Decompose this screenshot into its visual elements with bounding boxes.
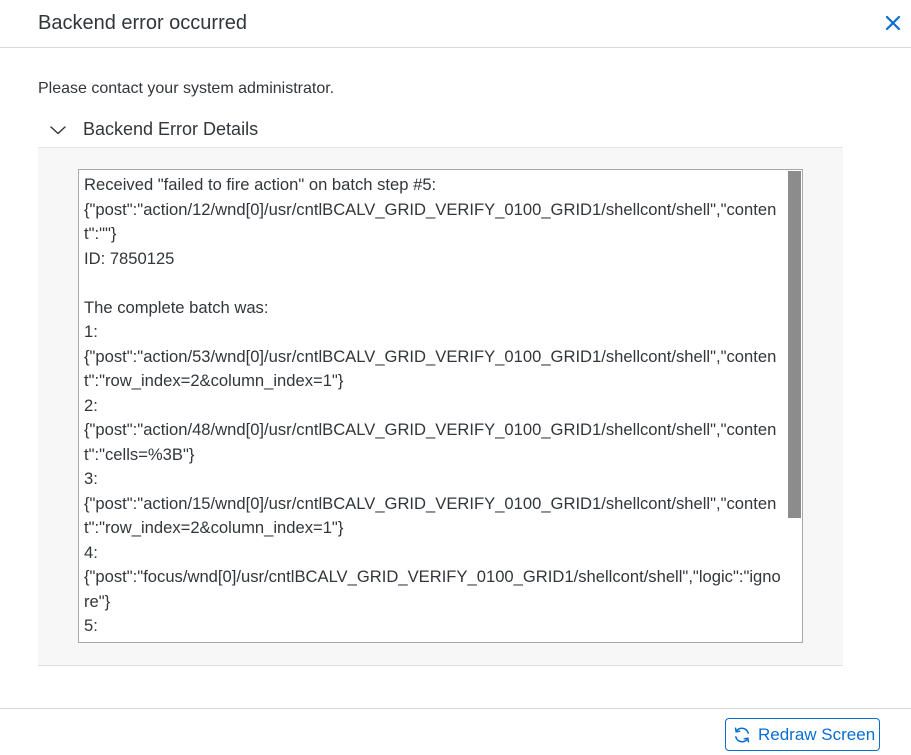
error-dialog: Backend error occurred Please contact yo…	[0, 0, 911, 755]
vertical-scrollbar[interactable]	[786, 170, 802, 642]
details-panel-title: Backend Error Details	[83, 119, 259, 139]
error-details-textarea[interactable]: Received "failed to fire action" on batc…	[78, 169, 803, 643]
redraw-screen-label: Redraw Screen	[758, 724, 876, 744]
dialog-header: Backend error occurred	[0, 0, 911, 48]
refresh-icon	[734, 726, 750, 743]
close-icon	[885, 15, 901, 31]
redraw-screen-button[interactable]: Redraw Screen	[725, 718, 880, 751]
dialog-title: Backend error occurred	[38, 12, 247, 34]
error-message: Please contact your system administrator…	[38, 80, 335, 97]
close-button[interactable]	[878, 10, 908, 36]
details-panel-header[interactable]: Backend Error Details	[38, 112, 843, 148]
scrollbar-thumb[interactable]	[788, 171, 801, 518]
details-panel-body: Received "failed to fire action" on batc…	[38, 148, 843, 666]
chevron-down-icon[interactable]	[48, 121, 68, 139]
error-details-text: Received "failed to fire action" on batc…	[84, 175, 781, 635]
dialog-footer: Redraw Screen	[0, 708, 911, 755]
